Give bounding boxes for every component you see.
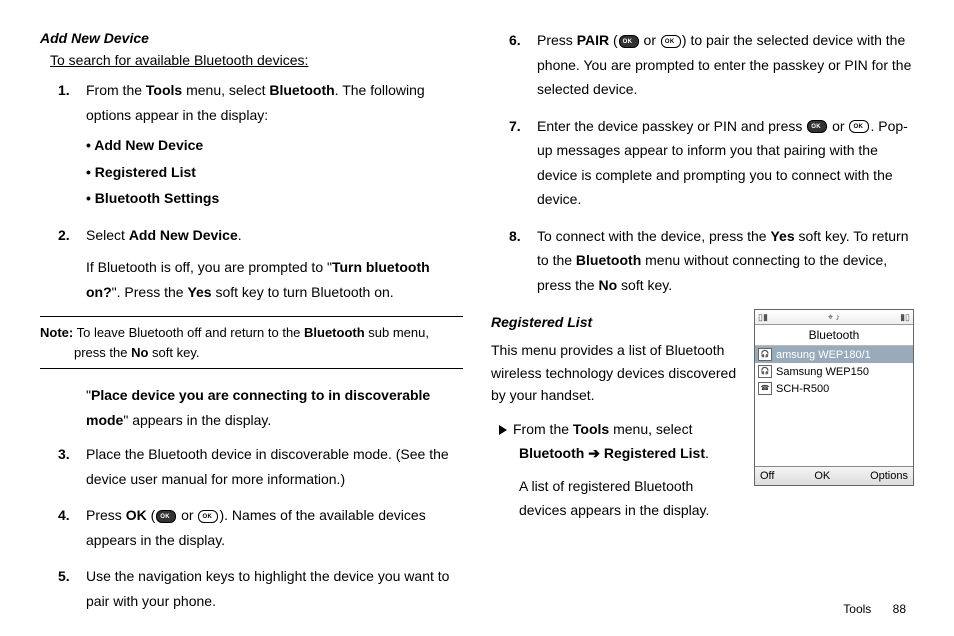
page-footer: Tools 88 (843, 602, 906, 616)
phone-status-bar: ▯▮ ⌖ ♪ ▮▯ (755, 310, 913, 325)
phone-icon: ☎ (758, 382, 772, 395)
triangle-bullet-icon (499, 425, 507, 435)
ok-icon-filled (807, 120, 827, 133)
phone-list-item: ☎ SCH-R500 (755, 380, 913, 397)
bullet-add-new-device: • Add New Device (86, 133, 463, 158)
step-number: 3. (58, 442, 70, 467)
footer-page-number: 88 (893, 602, 906, 616)
note-box: Note: To leave Bluetooth off and return … (40, 316, 463, 369)
step-1: 1. From the Tools menu, select Bluetooth… (86, 78, 463, 211)
step-number: 4. (58, 503, 70, 528)
softkey-right: Options (870, 470, 908, 482)
footer-section: Tools (843, 602, 871, 616)
ok-icon-filled (619, 35, 639, 48)
step-4: 4. Press OK ( or ). Names of the availab… (86, 503, 463, 552)
phone-screen-title: Bluetooth (755, 325, 913, 346)
heading-registered-list: Registered List (491, 311, 740, 333)
phone-softkey-bar: Off OK Options (755, 466, 913, 485)
headset-icon: 🎧 (758, 365, 772, 378)
left-column: Add New Device To search for available B… (40, 28, 463, 625)
step-number: 6. (509, 28, 521, 53)
phone-list-item-selected: 🎧 amsung WEP180/1 (755, 346, 913, 363)
step-3: 3. Place the Bluetooth device in discove… (86, 442, 463, 491)
ok-icon-filled (156, 510, 176, 523)
registered-list-step: From the Tools menu, select Bluetooth ➔ … (491, 417, 740, 466)
signal-icon: ▯▮ (758, 312, 768, 323)
intro-text: To search for available Bluetooth device… (50, 52, 463, 68)
battery-icon: ▮▯ (900, 312, 910, 323)
step-8: 8. To connect with the device, press the… (537, 224, 914, 298)
note-label: Note: (40, 325, 73, 340)
option-bullets: • Add New Device • Registered List • Blu… (86, 133, 463, 211)
ok-icon-outline (661, 35, 681, 48)
bullet-bluetooth-settings: • Bluetooth Settings (86, 186, 463, 211)
softkey-center: OK (814, 470, 830, 482)
discoverable-mode-text: "Place device you are connecting to in d… (40, 383, 463, 432)
ok-icon-outline (198, 510, 218, 523)
step-number: 1. (58, 78, 70, 103)
step-number: 5. (58, 564, 70, 589)
right-column: 6. Press PAIR ( or ) to pair the selecte… (491, 28, 914, 625)
step-6: 6. Press PAIR ( or ) to pair the selecte… (537, 28, 914, 102)
step-7: 7. Enter the device passkey or PIN and p… (537, 114, 914, 212)
step-number: 7. (509, 114, 521, 139)
step-number: 2. (58, 223, 70, 248)
phone-list-item: 🎧 Samsung WEP150 (755, 363, 913, 380)
phone-device-list: 🎧 amsung WEP180/1 🎧 Samsung WEP150 ☎ SCH… (755, 346, 913, 466)
status-icons: ⌖ ♪ (828, 312, 840, 323)
ok-icon-outline (849, 120, 869, 133)
step-2: 2. Select Add New Device. If Bluetooth i… (86, 223, 463, 305)
step-5: 5. Use the navigation keys to highlight … (86, 564, 463, 613)
step-number: 8. (509, 224, 521, 249)
bullet-registered-list: • Registered List (86, 160, 463, 185)
phone-screenshot: ▯▮ ⌖ ♪ ▮▯ Bluetooth 🎧 amsung WEP180/1 🎧 … (754, 309, 914, 486)
registered-list-result: A list of registered Bluetooth devices a… (491, 474, 740, 523)
registered-list-intro: This menu provides a list of Bluetooth w… (491, 339, 740, 406)
heading-add-new-device: Add New Device (40, 30, 463, 46)
headset-icon: 🎧 (758, 348, 772, 361)
softkey-left: Off (760, 470, 774, 482)
